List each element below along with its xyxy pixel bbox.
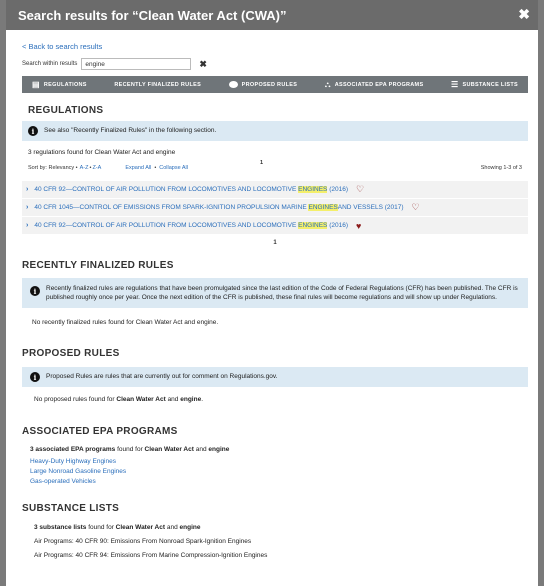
programs-term2: engine [208, 446, 230, 453]
info-icon: i [30, 286, 40, 296]
regulation-link[interactable]: 40 CFR 1045—CONTROL OF EMISSIONS FROM SP… [34, 204, 404, 211]
programs-list: Heavy-Duty Highway Engines Large Nonroad… [30, 458, 528, 485]
regulations-info-box: i See also "Recently Finalized Rules" in… [22, 121, 528, 141]
proposed-info-text: Proposed Rules are rules that are curren… [46, 373, 278, 380]
section-tab-bar: ▤ REGULATIONS RECENTLY FINALIZED RULES P… [22, 76, 528, 93]
tab-regulations[interactable]: ▤ REGULATIONS [32, 80, 87, 89]
programs-term1: Clean Water Act [144, 446, 194, 453]
regulations-found-count: 3 regulations found for Clean Water Act … [28, 149, 176, 156]
substance-item[interactable]: Air Programs: 40 CFR 94: Emissions From … [34, 552, 528, 559]
highlighted-term: ENGINES [298, 186, 328, 193]
highlighted-term: ENGINES [298, 222, 328, 229]
tab-label: ASSOCIATED EPA PROGRAMS [334, 81, 424, 88]
tab-associated-epa-programs[interactable]: ⛬ ASSOCIATED EPA PROGRAMS [325, 80, 424, 90]
substance-list: Air Programs: 40 CFR 90: Emissions From … [34, 538, 528, 559]
proposed-rules-heading: PROPOSED RULES [22, 348, 120, 359]
clear-search-icon[interactable]: ✖ [199, 59, 207, 70]
search-results-modal: Search results for “Clean Water Act (CWA… [6, 0, 538, 586]
regulation-year: AND VESSELS (2017) [337, 204, 404, 211]
substances-term2: engine [179, 524, 201, 531]
programs-and: and [193, 446, 209, 453]
chevron-right-icon[interactable]: › [26, 222, 28, 229]
list-icon: ☰ [451, 80, 459, 89]
tab-proposed-rules[interactable]: PROPOSED RULES [228, 81, 298, 88]
pagination-top[interactable]: 1 [260, 160, 263, 166]
regulations-heading: REGULATIONS [28, 105, 104, 116]
proposed-none-period: . [201, 396, 203, 403]
regulation-text: 40 CFR 92—CONTROL OF AIR POLLUTION FROM … [34, 222, 299, 229]
close-icon[interactable]: ✖ [518, 6, 530, 22]
finalized-info-text: Recently finalized rules are regulations… [46, 285, 518, 301]
regulations-info-text: See also "Recently Finalized Rules" in t… [44, 127, 217, 134]
regulation-link[interactable]: 40 CFR 92—CONTROL OF AIR POLLUTION FROM … [34, 186, 348, 193]
program-link[interactable]: Gas-operated Vehicles [30, 478, 528, 485]
regulations-result-list: › 40 CFR 92—CONTROL OF AIR POLLUTION FRO… [22, 181, 528, 234]
chevron-right-icon[interactable]: › [26, 204, 28, 211]
back-to-search-link[interactable]: < Back to search results [22, 42, 528, 51]
tab-recently-finalized-rules[interactable]: RECENTLY FINALIZED RULES [114, 82, 201, 88]
tab-label: PROPOSED RULES [241, 81, 298, 88]
proposed-info-box: i Proposed Rules are rules that are curr… [22, 367, 528, 387]
tab-label: SUBSTANCE LISTS [462, 81, 518, 88]
result-row[interactable]: › 40 CFR 92—CONTROL OF AIR POLLUTION FRO… [22, 217, 528, 234]
search-within-input[interactable] [81, 58, 192, 70]
result-row[interactable]: › 40 CFR 1045—CONTROL OF EMISSIONS FROM … [22, 199, 528, 216]
expand-separator: • [154, 165, 157, 171]
proposed-none-term2: engine [180, 396, 202, 403]
program-link[interactable]: Large Nonroad Gasoline Engines [30, 468, 528, 475]
book-icon: ▤ [32, 80, 40, 89]
chevron-right-icon[interactable]: › [26, 186, 28, 193]
substances-found-count: 3 substance lists found for Clean Water … [34, 524, 528, 531]
programs-found-count: 3 associated EPA programs found for Clea… [30, 446, 528, 453]
substances-and: and [165, 524, 180, 531]
programs-found-for: found for [115, 446, 145, 453]
expand-all-link[interactable]: Expand All [125, 165, 151, 171]
proposed-none-pre: No proposed rules found for [34, 396, 117, 403]
proposed-none-and: and [165, 396, 181, 403]
substances-term1: Clean Water Act [115, 524, 166, 531]
regulation-text: 40 CFR 92—CONTROL OF AIR POLLUTION FROM … [34, 186, 299, 193]
heart-outline-icon[interactable]: ♡ [412, 202, 420, 213]
sort-az-link[interactable]: A-Z [80, 165, 89, 171]
substances-count: 3 substance lists [34, 524, 87, 531]
tab-label: RECENTLY FINALIZED RULES [114, 81, 202, 88]
finalized-info-box: i Recently finalized rules are regulatio… [22, 278, 528, 308]
programs-count: 3 associated EPA programs [30, 446, 116, 453]
substance-item[interactable]: Air Programs: 40 CFR 90: Emissions From … [34, 538, 528, 545]
sort-row: Sort by: Relevancy • A-Z • Z-A Expand Al… [28, 160, 528, 173]
modal-title: Search results for “Clean Water Act (CWA… [18, 7, 287, 23]
finalized-none-text: No recently finalized rules found for Cl… [32, 319, 219, 326]
speech-bubble-icon [228, 81, 238, 88]
info-icon: i [30, 372, 40, 382]
proposed-none-term1: Clean Water Act [116, 396, 166, 403]
regulation-link[interactable]: 40 CFR 92—CONTROL OF AIR POLLUTION FROM … [34, 222, 348, 229]
sort-za-link[interactable]: Z-A [92, 165, 101, 171]
showing-count: Showing 1-3 of 3 [480, 165, 522, 171]
pagination-bottom[interactable]: 1 [22, 240, 528, 246]
search-within-label: Search within results [22, 61, 78, 67]
sort-separator: • [89, 165, 92, 171]
tab-label: REGULATIONS [43, 81, 87, 88]
recently-finalized-heading: RECENTLY FINALIZED RULES [22, 260, 174, 271]
regulation-year: (2016) [327, 222, 348, 229]
result-row[interactable]: › 40 CFR 92—CONTROL OF AIR POLLUTION FRO… [22, 181, 528, 198]
sort-label: Sort by: Relevancy • [28, 165, 78, 171]
heart-outline-icon[interactable]: ♡ [356, 184, 364, 195]
highlighted-term: ENGINES [308, 204, 338, 211]
program-link[interactable]: Heavy-Duty Highway Engines [30, 458, 528, 465]
collapse-all-link[interactable]: Collapse All [159, 165, 188, 171]
epa-programs-heading: ASSOCIATED EPA PROGRAMS [22, 426, 178, 437]
regulation-text: 40 CFR 1045—CONTROL OF EMISSIONS FROM SP… [34, 204, 309, 211]
substance-lists-heading: SUBSTANCE LISTS [22, 503, 120, 514]
modal-header: Search results for “Clean Water Act (CWA… [6, 0, 538, 30]
substances-found-for: found for [86, 524, 116, 531]
proposed-none-text: No proposed rules found for Clean Water … [34, 396, 528, 403]
tab-substance-lists[interactable]: ☰ SUBSTANCE LISTS [451, 80, 518, 89]
org-chart-icon: ⛬ [324, 79, 331, 89]
regulation-year: (2016) [327, 186, 348, 193]
heart-filled-icon[interactable]: ♥ [356, 221, 361, 231]
info-icon: i [28, 126, 38, 136]
search-within-row: Search within results ✖ [22, 58, 528, 70]
